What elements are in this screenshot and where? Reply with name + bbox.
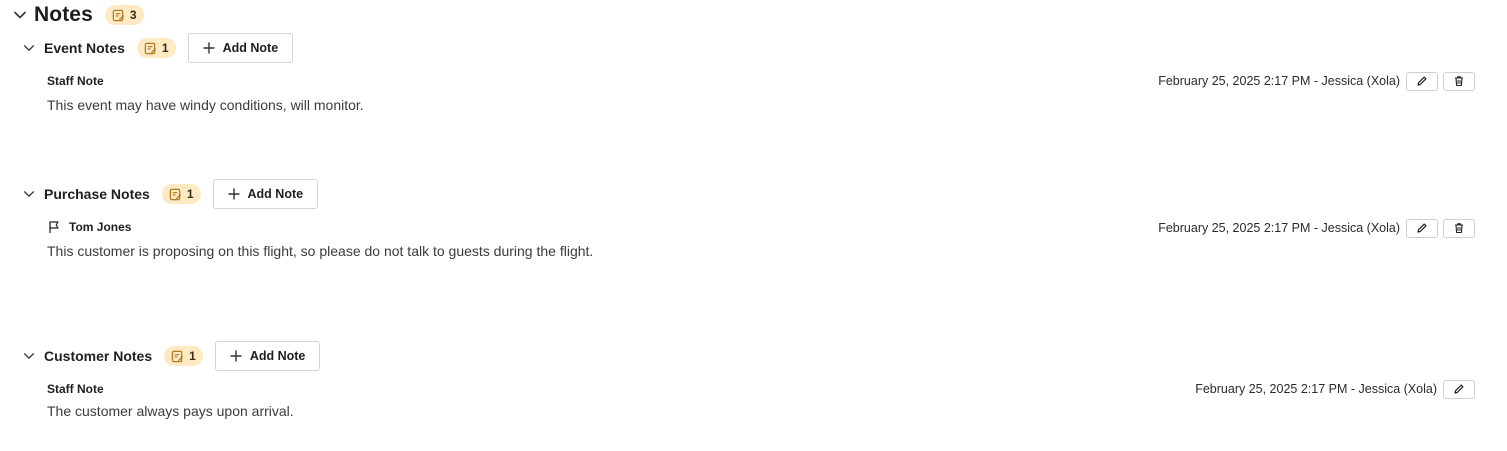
section-count-badge: 1 — [161, 184, 201, 204]
add-purchase-note-button[interactable]: Add Note — [212, 179, 319, 209]
chevron-down-icon — [23, 353, 35, 359]
pencil-icon — [1417, 223, 1427, 233]
add-customer-note-button[interactable]: Add Note — [214, 341, 321, 371]
edit-note-button[interactable] — [1406, 218, 1438, 238]
trash-icon — [1455, 76, 1463, 87]
note-text: The customer always pays upon arrival. — [47, 403, 294, 419]
event-notes-header: Event Notes 1 Add Note — [22, 33, 294, 63]
notes-collapse-toggle[interactable] — [12, 7, 28, 23]
section-count: 1 — [161, 41, 169, 55]
notes-header: Notes 3 — [12, 2, 144, 28]
note-text: This event may have windy conditions, wi… — [47, 97, 364, 113]
pencil-icon — [1454, 384, 1464, 394]
section-count-badge: 1 — [164, 346, 203, 366]
section-title: Purchase Notes — [44, 186, 150, 202]
note-meta: February 25, 2025 2:17 PM - Jessica (Xol… — [1158, 71, 1475, 91]
note-author-row: Staff Note — [47, 380, 104, 398]
purchase-notes-collapse-toggle[interactable] — [22, 187, 36, 201]
section-count: 1 — [186, 187, 194, 201]
chevron-down-icon — [14, 11, 26, 19]
purchase-notes-header: Purchase Notes 1 Add Note — [22, 179, 319, 209]
section-title: Event Notes — [44, 40, 125, 56]
note-author: Staff Note — [47, 382, 104, 396]
notes-icon — [171, 350, 184, 362]
event-notes-collapse-toggle[interactable] — [22, 41, 36, 55]
plus-icon — [230, 350, 242, 362]
notes-icon — [169, 188, 181, 200]
chevron-down-icon — [23, 191, 35, 197]
plus-icon — [202, 42, 215, 54]
note-author-row: Tom Jones — [47, 218, 131, 236]
page-title: Notes — [34, 3, 93, 26]
delete-note-button[interactable] — [1443, 71, 1475, 91]
section-count: 1 — [189, 349, 196, 363]
notes-icon — [144, 42, 156, 54]
section-title: Customer Notes — [44, 348, 153, 364]
customer-notes-collapse-toggle[interactable] — [22, 349, 36, 363]
edit-note-button[interactable] — [1406, 71, 1438, 91]
note-timestamp-author: February 25, 2025 2:17 PM - Jessica (Xol… — [1195, 382, 1437, 396]
plus-icon — [227, 188, 240, 200]
add-note-label: Add Note — [222, 41, 279, 55]
add-note-label: Add Note — [249, 349, 306, 363]
note-author: Staff Note — [47, 74, 104, 88]
notes-count: 3 — [129, 8, 137, 22]
section-count-badge: 1 — [136, 38, 176, 58]
delete-note-button[interactable] — [1443, 218, 1475, 238]
note-author-row: Staff Note — [47, 72, 104, 90]
note-timestamp-author: February 25, 2025 2:17 PM - Jessica (Xol… — [1158, 74, 1400, 88]
notes-count-badge: 3 — [104, 5, 144, 25]
add-event-note-button[interactable]: Add Note — [187, 33, 294, 63]
add-note-label: Add Note — [247, 187, 304, 201]
trash-icon — [1455, 223, 1463, 234]
flag-icon — [49, 221, 59, 233]
customer-notes-header: Customer Notes 1 Add Note — [22, 341, 321, 371]
edit-note-button[interactable] — [1443, 379, 1475, 399]
note-meta: February 25, 2025 2:17 PM - Jessica (Xol… — [1195, 379, 1475, 399]
note-timestamp-author: February 25, 2025 2:17 PM - Jessica (Xol… — [1158, 221, 1400, 235]
note-text: This customer is proposing on this fligh… — [47, 243, 594, 259]
note-meta: February 25, 2025 2:17 PM - Jessica (Xol… — [1158, 218, 1475, 238]
chevron-down-icon — [23, 45, 35, 51]
notes-panel: Notes 3 Event Notes 1 Add Note Staff Not… — [0, 0, 1507, 451]
pencil-icon — [1417, 76, 1427, 86]
notes-icon — [112, 9, 124, 21]
note-author: Tom Jones — [69, 220, 132, 234]
